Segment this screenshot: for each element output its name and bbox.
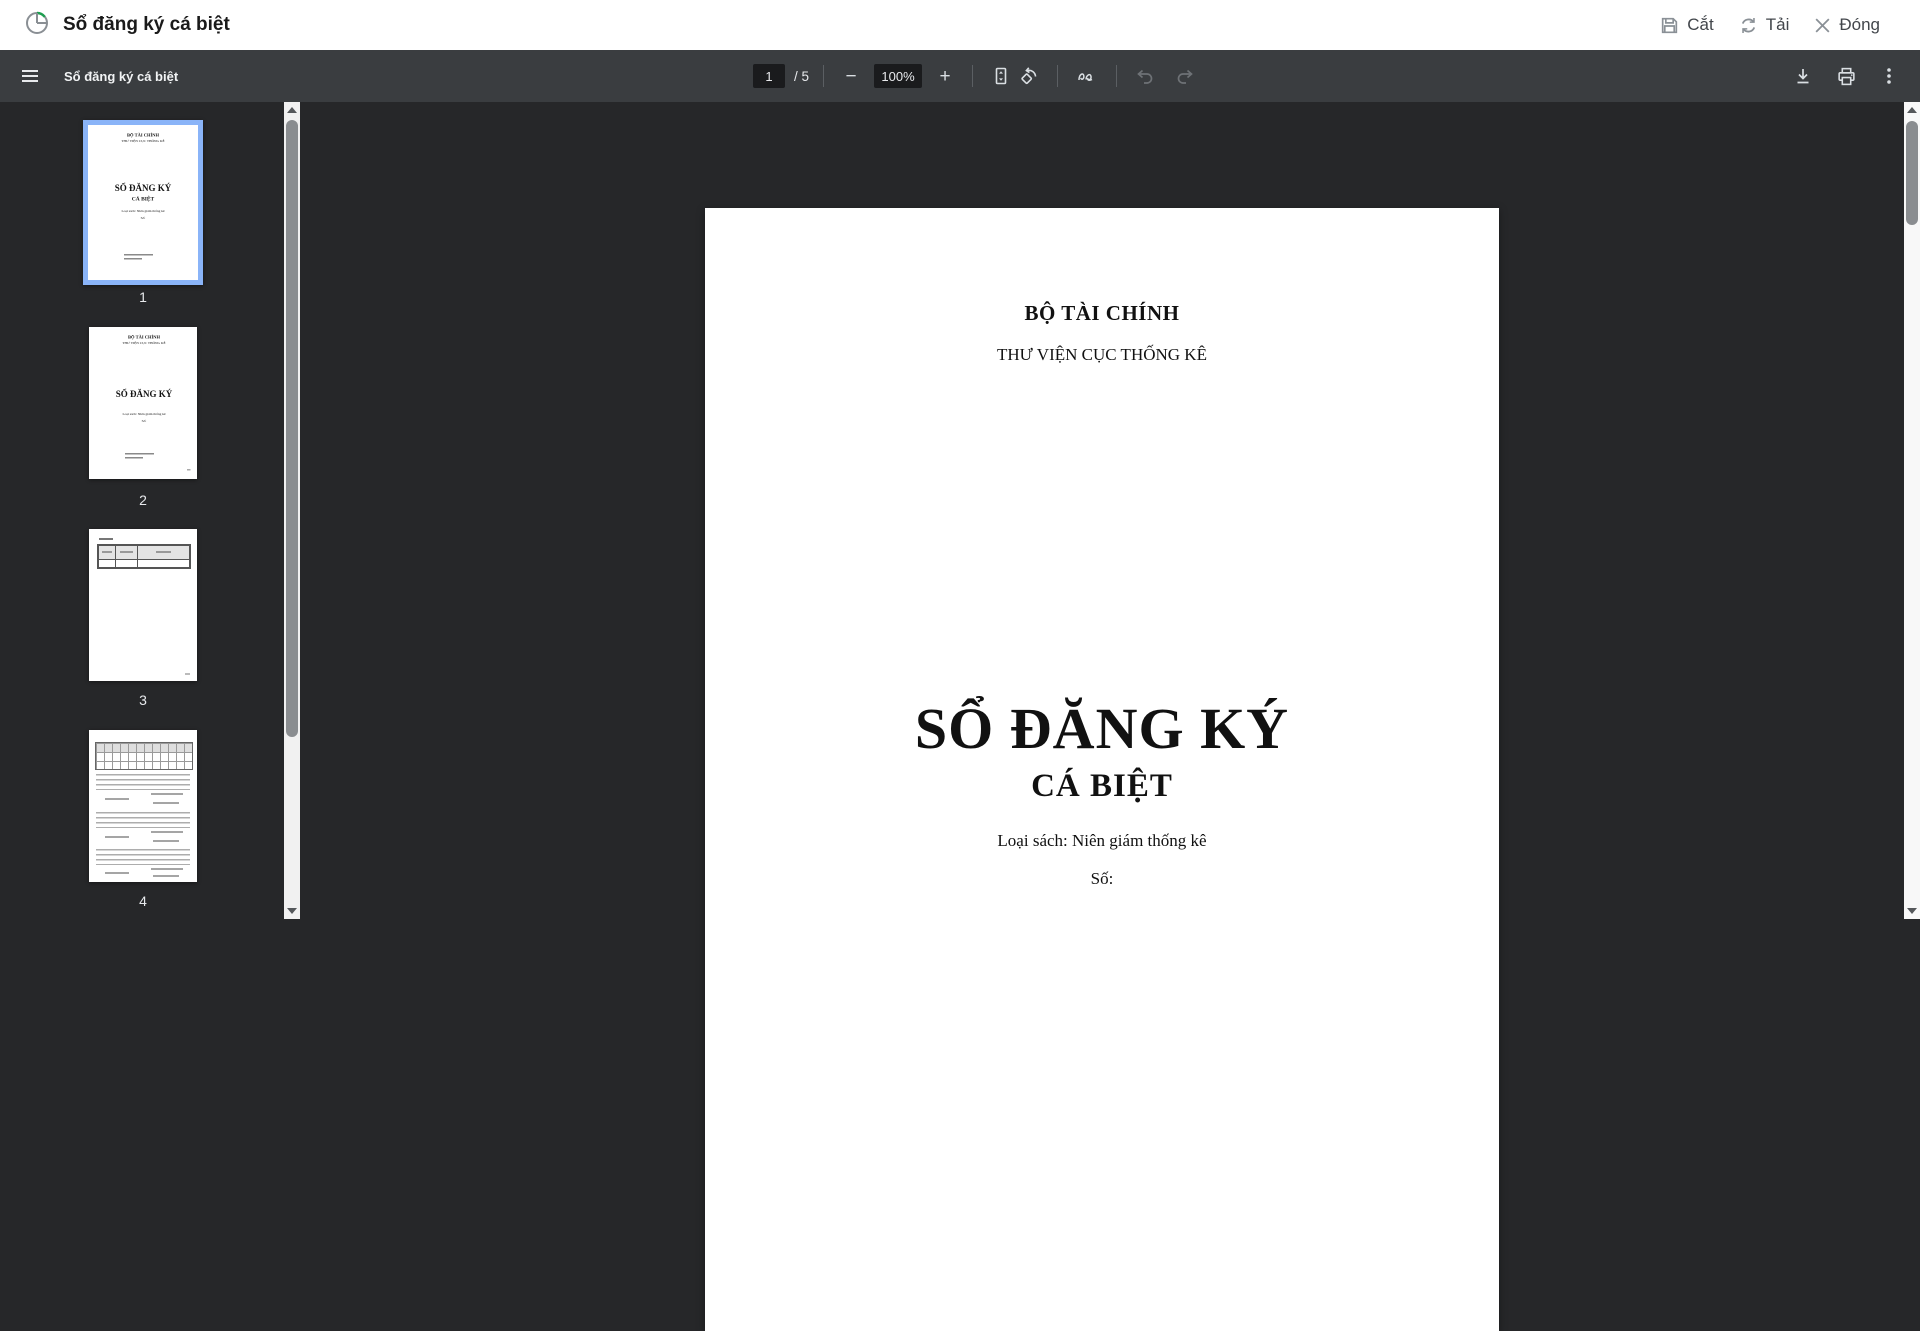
cut-button-label: Cắt (1687, 15, 1714, 34)
undo-icon (1135, 66, 1155, 86)
zoom-in-button[interactable]: + (932, 63, 958, 90)
scroll-down-arrow[interactable] (284, 903, 300, 919)
window-title: Sổ đăng ký cá biệt (63, 14, 230, 35)
reload-button[interactable]: Tải (1738, 15, 1790, 36)
thumbnail-2[interactable]: BỘ TÀI CHÍNH THƯ VIỆN CỤC THỐNG KÊ SỔ ĐĂ… (89, 327, 197, 479)
doc-title-line1: SỔ ĐĂNG KÝ (914, 696, 1290, 761)
thumbnail-1-label: 1 (139, 289, 147, 305)
rotate-button[interactable] (1015, 62, 1043, 90)
redo-icon (1175, 66, 1195, 86)
close-icon (1813, 16, 1832, 35)
thumbnail-3-label: 3 (139, 692, 147, 708)
hamburger-icon (20, 66, 40, 86)
thumbnail-2-label: 2 (139, 492, 147, 508)
kebab-menu-icon (1880, 66, 1898, 86)
thumbnail-1-preview: BỘ TÀI CHÍNH THƯ VIỆN CỤC THỐNG KÊ SỔ ĐĂ… (88, 125, 198, 280)
close-button-label: Đóng (1839, 15, 1880, 34)
reload-button-label: Tải (1765, 15, 1790, 34)
save-icon (1659, 15, 1680, 36)
pdf-viewer-area: BỘ TÀI CHÍNH THƯ VIỆN CỤC THỐNG KÊ SỔ ĐĂ… (0, 102, 1920, 1331)
close-button[interactable]: Đóng (1813, 15, 1880, 35)
menu-button[interactable] (16, 62, 44, 90)
doc-title-line2: CÁ BIỆT (1031, 768, 1173, 804)
rotate-icon (1019, 66, 1039, 86)
document-scrollbar-thumb[interactable] (1906, 121, 1918, 225)
thumbnail-pane: BỘ TÀI CHÍNH THƯ VIỆN CỤC THỐNG KÊ SỔ ĐĂ… (0, 102, 284, 919)
document-scrollbar[interactable] (1904, 102, 1920, 919)
redo-button[interactable] (1171, 62, 1199, 90)
toolbar-divider (823, 65, 825, 87)
print-icon (1836, 66, 1857, 87)
page-count-label: / 5 (794, 68, 810, 84)
more-options-button[interactable] (1876, 62, 1902, 90)
cut-button[interactable]: Cắt (1659, 15, 1714, 36)
toolbar-divider (1057, 65, 1059, 87)
doc-subtitle: Loại sách: Niên giám thống kê (997, 831, 1207, 850)
thumbnail-scrollbar[interactable] (284, 102, 300, 919)
thumbnail-scrollbar-thumb[interactable] (286, 120, 298, 737)
thumbnail-4-label: 4 (139, 893, 147, 909)
page-number-input[interactable] (753, 64, 785, 88)
doc-number-label: Số: (1090, 869, 1114, 888)
doc-header-line1: BỘ TÀI CHÍNH (1024, 301, 1180, 325)
download-icon (1793, 66, 1813, 86)
refresh-icon (1738, 15, 1759, 36)
pdf-right-controls (1789, 50, 1902, 102)
pie-chart-icon (24, 10, 50, 41)
zoom-out-button[interactable]: − (838, 63, 864, 90)
pdf-center-controls: / 5 − 100% + (753, 50, 1199, 102)
download-button[interactable] (1789, 62, 1817, 90)
fit-page-icon (991, 66, 1011, 86)
thumbnail-3[interactable] (89, 529, 197, 681)
toolbar-divider (1116, 65, 1118, 87)
toolbar-divider (972, 65, 974, 87)
thumbnail-4[interactable] (89, 730, 197, 882)
thumbnail-2-preview: BỘ TÀI CHÍNH THƯ VIỆN CỤC THỐNG KÊ SỔ ĐĂ… (89, 327, 197, 479)
scroll-down-arrow[interactable] (1904, 903, 1920, 919)
zoom-level-input[interactable]: 100% (874, 64, 923, 88)
window-titlebar: Sổ đăng ký cá biệt Cắt Tải Đóng (0, 0, 1920, 50)
thumbnail-1[interactable]: BỘ TÀI CHÍNH THƯ VIỆN CỤC THỐNG KÊ SỔ ĐĂ… (83, 120, 203, 285)
pdf-document-title: Sổ đăng ký cá biệt (64, 68, 179, 84)
annotate-pen-icon (1076, 66, 1098, 86)
doc-header-line2: THƯ VIỆN CỤC THỐNG KÊ (997, 345, 1207, 364)
annotate-button[interactable] (1072, 62, 1102, 90)
document-page-1: BỘ TÀI CHÍNH THƯ VIỆN CỤC THỐNG KÊ SỔ ĐĂ… (705, 208, 1499, 1331)
print-button[interactable] (1832, 62, 1861, 91)
scroll-up-arrow[interactable] (1904, 102, 1920, 118)
pdf-toolbar: Sổ đăng ký cá biệt / 5 − 100% + (0, 50, 1920, 102)
scroll-up-arrow[interactable] (284, 102, 300, 118)
undo-button[interactable] (1131, 62, 1159, 90)
fit-page-button[interactable] (987, 62, 1015, 90)
